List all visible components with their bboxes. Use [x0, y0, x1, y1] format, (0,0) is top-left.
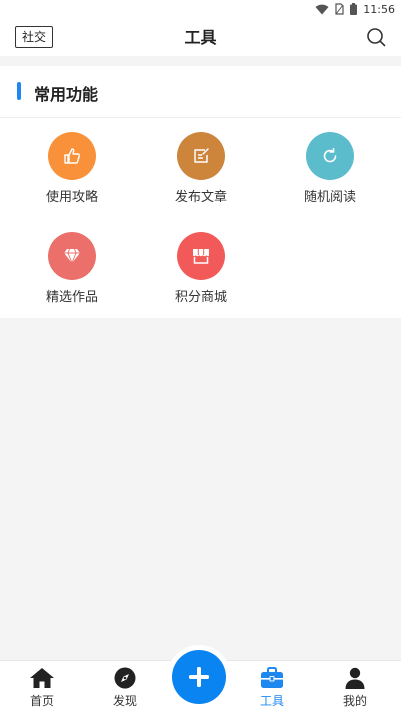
guide-item[interactable]: 使用攻略 — [17, 132, 127, 212]
featured-works-icon-circle — [48, 232, 96, 280]
battery-icon — [350, 3, 358, 15]
edit-icon — [194, 148, 209, 163]
featured-works-label: 精选作品 — [45, 290, 98, 305]
guide-icon-circle — [48, 132, 96, 180]
section-title: 常用功能 — [34, 85, 99, 104]
tab-discover[interactable]: 发现 — [95, 661, 155, 714]
guide-label: 使用攻略 — [45, 190, 98, 205]
points-mall-icon-circle — [177, 232, 225, 280]
top-app-bar: 社交 工具 — [0, 18, 401, 56]
add-button[interactable] — [172, 650, 226, 704]
plus-icon — [189, 667, 209, 687]
status-bar: 11:56 — [0, 0, 401, 18]
points-mall-label: 积分商城 — [174, 290, 227, 305]
thumbs-up-icon — [64, 148, 80, 164]
random-reading-label: 随机阅读 — [303, 190, 356, 205]
compass-icon — [114, 667, 136, 689]
home-icon — [30, 668, 54, 688]
page-title: 工具 — [184, 28, 217, 47]
tab-discover-label: 发现 — [112, 694, 137, 708]
toolbox-icon — [261, 667, 283, 688]
random-reading-item[interactable]: 随机阅读 — [275, 132, 385, 212]
refresh-icon — [323, 148, 337, 163]
tab-tools[interactable]: 工具 — [242, 661, 302, 714]
common-functions-section: 常用功能 使用攻略 发布文章 随机阅读 精选作品 积分商城 — [0, 66, 401, 318]
tab-mine-label: 我的 — [342, 694, 367, 708]
search-icon — [367, 28, 386, 47]
publish-article-label: 发布文章 — [174, 190, 227, 205]
random-reading-icon-circle — [306, 132, 354, 180]
no-sim-icon — [335, 3, 344, 15]
points-mall-item[interactable]: 积分商城 — [146, 232, 256, 312]
publish-icon-circle — [177, 132, 225, 180]
tab-home[interactable]: 首页 — [12, 661, 72, 714]
tab-home-label: 首页 — [29, 694, 54, 708]
tab-mine[interactable]: 我的 — [325, 661, 385, 714]
search-button[interactable] — [365, 26, 387, 48]
user-icon — [345, 667, 365, 689]
tab-tools-label: 工具 — [259, 694, 284, 708]
wifi-icon — [315, 4, 329, 14]
status-time: 11:56 — [363, 2, 395, 16]
section-accent-bar — [17, 82, 21, 100]
diamond-icon — [64, 248, 80, 264]
section-header: 常用功能 — [0, 66, 401, 118]
featured-works-item[interactable]: 精选作品 — [17, 232, 127, 312]
publish-article-item[interactable]: 发布文章 — [146, 132, 256, 212]
store-icon — [193, 249, 209, 264]
